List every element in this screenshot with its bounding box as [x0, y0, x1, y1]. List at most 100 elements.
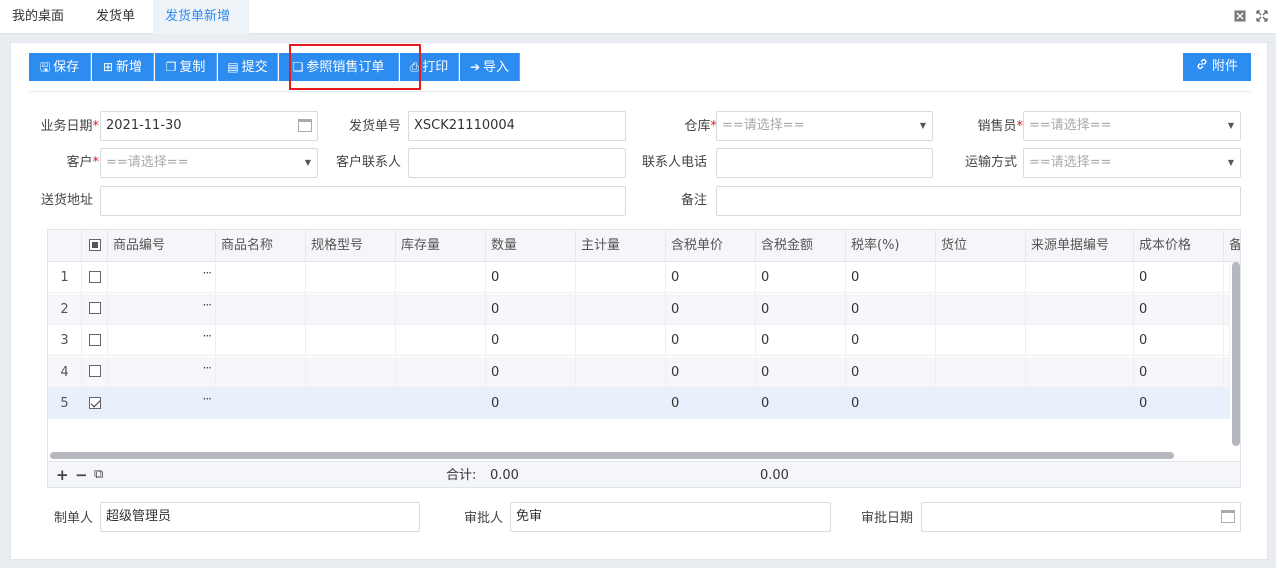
col-header[interactable]: 商品名称	[216, 230, 306, 262]
row-checkbox[interactable]	[89, 270, 101, 283]
tab-desktop[interactable]: 我的桌面	[0, 0, 76, 34]
customer-select[interactable]: ==请选择== ▼	[100, 148, 318, 178]
row-checkbox[interactable]	[89, 365, 101, 377]
table-cell[interactable]	[1026, 356, 1134, 388]
approve-date-field[interactable]	[921, 502, 1241, 532]
table-cell[interactable]: 0	[666, 325, 756, 356]
close-tab-icon[interactable]	[1234, 10, 1246, 22]
transport-select[interactable]: ==请选择== ▼	[1023, 148, 1241, 178]
table-cell[interactable]	[82, 356, 108, 388]
table-cell[interactable]	[936, 293, 1026, 325]
table-cell[interactable]	[306, 262, 396, 293]
table-cell[interactable]	[936, 262, 1026, 293]
col-header[interactable]: 货位	[936, 230, 1026, 262]
table-cell[interactable]	[306, 388, 396, 419]
table-cell[interactable]: 0	[486, 262, 576, 293]
copy-row-icon[interactable]: ⧉	[94, 466, 103, 484]
table-cell[interactable]	[396, 356, 486, 388]
ship-no-field[interactable]: XSCK21110004	[408, 111, 626, 141]
add-row-icon[interactable]: +	[56, 466, 69, 484]
col-header[interactable]: 主计量	[576, 230, 666, 262]
more-icon[interactable]: ···	[203, 388, 213, 415]
table-cell[interactable]	[216, 262, 306, 293]
col-header[interactable]: 库存量	[396, 230, 486, 262]
table-cell[interactable]: 0	[846, 388, 936, 419]
table-cell[interactable]: 0	[756, 356, 846, 388]
col-header[interactable]: 含税单价	[666, 230, 756, 262]
table-cell[interactable]	[82, 293, 108, 325]
table-cell[interactable]	[936, 356, 1026, 388]
row-number[interactable]: 1	[48, 262, 82, 293]
table-cell[interactable]: 0	[666, 262, 756, 293]
table-cell[interactable]	[576, 388, 666, 419]
more-icon[interactable]: ···	[203, 294, 213, 321]
row-number[interactable]: 3	[48, 325, 82, 356]
table-cell[interactable]	[82, 388, 108, 419]
contact-phone-field[interactable]	[716, 148, 933, 178]
table-row[interactable]: 5 ··· 0 0 0 0 0	[48, 388, 1230, 419]
table-cell[interactable]: 0	[756, 325, 846, 356]
vertical-scrollbar[interactable]	[1230, 262, 1240, 487]
table-cell[interactable]	[1026, 325, 1134, 356]
import-button[interactable]: ➔ 导入	[460, 53, 520, 81]
address-field[interactable]	[100, 186, 626, 216]
table-cell[interactable]	[936, 325, 1026, 356]
table-cell[interactable]: 0	[1134, 262, 1224, 293]
table-cell[interactable]: 0	[1134, 293, 1224, 325]
table-cell[interactable]: 0	[846, 356, 936, 388]
table-row[interactable]: 2 ··· 0 0 0 0 0	[48, 293, 1230, 325]
table-cell[interactable]	[216, 388, 306, 419]
contact-field[interactable]	[408, 148, 626, 178]
table-cell[interactable]: ···	[108, 325, 216, 356]
col-header[interactable]: 规格型号	[306, 230, 396, 262]
table-cell[interactable]	[82, 325, 108, 356]
table-cell[interactable]: 0	[486, 293, 576, 325]
table-cell[interactable]: ···	[108, 356, 216, 388]
ref-sales-order-button[interactable]: ❏ 参照销售订单	[279, 53, 399, 81]
table-cell[interactable]	[82, 262, 108, 293]
row-checkbox[interactable]	[89, 333, 101, 346]
table-cell[interactable]	[1026, 293, 1134, 325]
remark-field[interactable]	[716, 186, 1241, 216]
table-cell[interactable]	[396, 293, 486, 325]
table-cell[interactable]	[576, 293, 666, 325]
table-cell[interactable]	[576, 262, 666, 293]
print-button[interactable]: ⎙ 打印	[400, 53, 459, 81]
table-cell[interactable]: ···	[108, 262, 216, 293]
table-cell[interactable]: 0	[846, 293, 936, 325]
table-cell[interactable]: 0	[756, 293, 846, 325]
table-cell[interactable]: 0	[666, 356, 756, 388]
tab-shipment-list[interactable]: 发货单	[84, 0, 147, 34]
more-icon[interactable]: ···	[203, 325, 213, 352]
calendar-icon[interactable]	[298, 119, 312, 132]
col-header[interactable]: 数量	[486, 230, 576, 262]
table-cell[interactable]	[396, 325, 486, 356]
table-cell[interactable]	[936, 388, 1026, 419]
col-header[interactable]: 含税金额	[756, 230, 846, 262]
table-cell[interactable]	[576, 325, 666, 356]
table-cell[interactable]	[216, 325, 306, 356]
select-all-checkbox[interactable]	[82, 230, 108, 262]
row-number[interactable]: 5	[48, 388, 82, 419]
more-icon[interactable]: ···	[203, 357, 213, 384]
table-cell[interactable]	[1026, 388, 1134, 419]
table-cell[interactable]: ···	[108, 388, 216, 419]
table-cell[interactable]: 0	[486, 356, 576, 388]
table-cell[interactable]	[216, 293, 306, 325]
maker-field[interactable]: 超级管理员	[100, 502, 420, 532]
biz-date-field[interactable]: 2021-11-30	[100, 111, 318, 141]
table-cell[interactable]: 0	[846, 262, 936, 293]
calendar-icon[interactable]	[1221, 510, 1235, 523]
row-checkbox[interactable]	[89, 396, 101, 409]
table-cell[interactable]: ···	[108, 293, 216, 325]
col-header[interactable]: 商品编号	[108, 230, 216, 262]
table-cell[interactable]: 0	[846, 325, 936, 356]
col-header[interactable]: 来源单据编号	[1026, 230, 1134, 262]
col-header[interactable]: 成本价格	[1134, 230, 1224, 262]
remove-row-icon[interactable]: −	[75, 466, 88, 484]
table-cell[interactable]: 0	[486, 325, 576, 356]
table-cell[interactable]	[306, 325, 396, 356]
table-cell[interactable]: 0	[666, 388, 756, 419]
table-cell[interactable]: 0	[756, 388, 846, 419]
row-number[interactable]: 4	[48, 356, 82, 388]
